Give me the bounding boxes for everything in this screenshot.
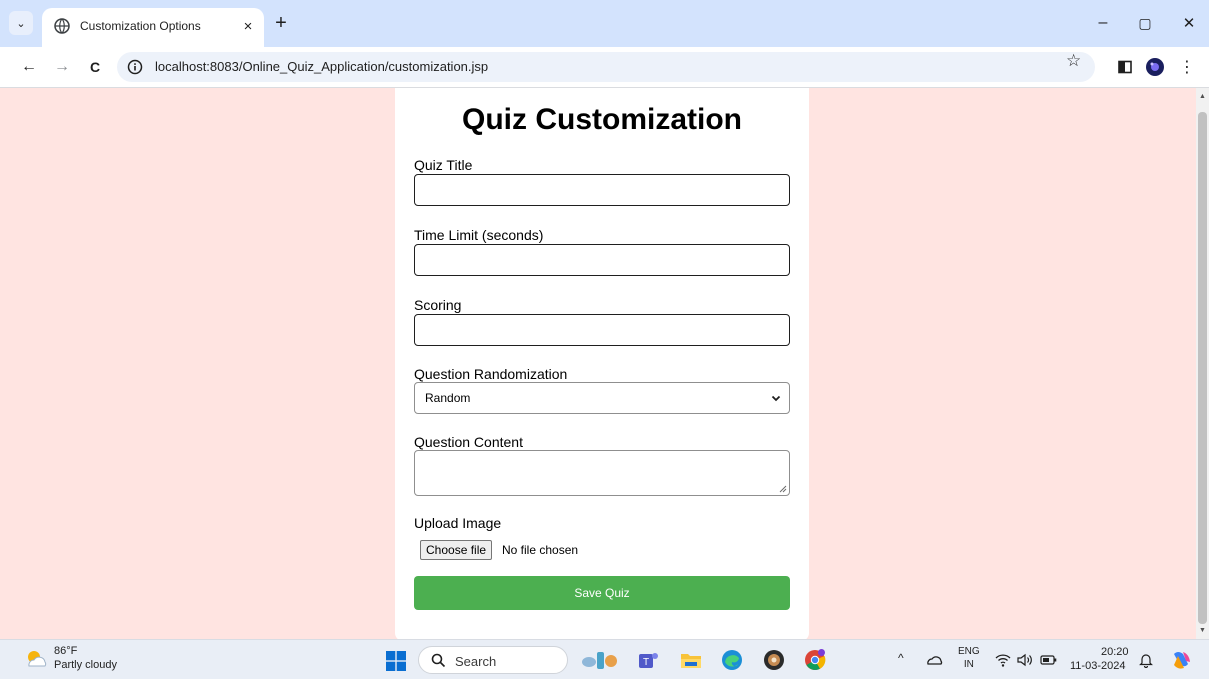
teams-icon[interactable]: T: [636, 648, 660, 672]
active-tab[interactable]: Customization Options ×: [42, 8, 264, 47]
weather-temp: 86°F: [54, 645, 78, 657]
wifi-icon[interactable]: [994, 652, 1012, 668]
tab-close-icon[interactable]: ×: [238, 16, 258, 36]
page-title: Quiz Customization: [462, 103, 742, 136]
new-tab-icon[interactable]: +: [270, 12, 292, 34]
onedrive-icon[interactable]: [926, 652, 944, 668]
randomization-select[interactable]: Random: [414, 382, 790, 414]
question-content-label: Question Content: [414, 434, 523, 450]
scroll-up-icon[interactable]: ▲: [1196, 90, 1209, 103]
time-limit-input[interactable]: [414, 244, 790, 276]
tab-search-icon[interactable]: ⌄: [9, 11, 33, 35]
save-quiz-button[interactable]: Save Quiz: [414, 576, 790, 610]
window-close-icon[interactable]: ✕: [1174, 10, 1204, 36]
scoring-label: Scoring: [414, 297, 462, 313]
search-text: Search: [455, 654, 497, 669]
windows-start-icon[interactable]: [386, 651, 406, 671]
restore-icon[interactable]: ▢: [1130, 10, 1160, 36]
weather-partly-cloudy-icon[interactable]: [24, 648, 48, 670]
back-icon[interactable]: ←: [17, 55, 41, 79]
browser-toolbar: ← → C localhost:8083/Online_Quiz_Applica…: [0, 47, 1209, 88]
quiz-title-label: Quiz Title: [414, 157, 473, 173]
randomization-label: Question Randomization: [414, 366, 568, 382]
quiz-title-input[interactable]: [414, 174, 790, 206]
tab-strip: ⌄ Customization Options × + – ▢ ✕: [0, 0, 1209, 47]
profile-avatar[interactable]: [1144, 56, 1166, 78]
address-bar[interactable]: localhost:8083/Online_Quiz_Application/c…: [117, 52, 1095, 82]
battery-icon[interactable]: [1040, 654, 1058, 666]
edge-icon[interactable]: [720, 648, 744, 672]
time-limit-label: Time Limit (seconds): [414, 227, 544, 243]
minimize-icon[interactable]: –: [1088, 10, 1118, 36]
url-text: localhost:8083/Online_Quiz_Application/c…: [155, 59, 489, 74]
weather-desc: Partly cloudy: [54, 659, 117, 671]
taskbar-search[interactable]: Search: [418, 646, 568, 674]
bookmark-star-icon[interactable]: ☆: [1066, 51, 1081, 71]
globe-icon: [54, 18, 70, 34]
scroll-down-icon[interactable]: ▼: [1196, 624, 1209, 637]
upload-image-label: Upload Image: [414, 515, 502, 531]
svg-text:T: T: [643, 657, 649, 668]
copilot-icon[interactable]: [1170, 648, 1194, 672]
side-panel-icon[interactable]: [1114, 56, 1136, 78]
lang-line1: ENG: [958, 646, 980, 657]
forward-icon[interactable]: →: [50, 55, 74, 79]
choose-file-button[interactable]: Choose file: [420, 540, 493, 560]
resize-grip-icon[interactable]: [779, 485, 787, 493]
search-icon: [431, 653, 446, 668]
windows-taskbar: 86°F Partly cloudy Search T ^ ENG IN 20:…: [0, 639, 1209, 679]
file-status-text: No file chosen: [502, 543, 579, 557]
lang-line2: IN: [963, 659, 974, 670]
clock-date[interactable]: 11-03-2024: [1070, 660, 1125, 672]
question-content-textarea[interactable]: [414, 450, 790, 496]
tab-title: Customization Options: [80, 19, 201, 33]
reload-icon[interactable]: C: [83, 55, 107, 79]
chevron-down-icon: [771, 395, 781, 402]
page-scrollbar[interactable]: ▲ ▼: [1196, 88, 1209, 639]
clock-time[interactable]: 20:20: [1101, 646, 1129, 658]
volume-icon[interactable]: [1016, 652, 1034, 668]
chrome-icon[interactable]: [803, 648, 827, 672]
menu-kebab-icon[interactable]: ⋮: [1176, 56, 1198, 78]
tray-chevron-up-icon[interactable]: ^: [898, 651, 904, 679]
scroll-thumb[interactable]: [1198, 112, 1207, 624]
app-icon[interactable]: [762, 648, 786, 672]
page-viewport: Quiz Customization Quiz Title Time Limit…: [0, 88, 1196, 639]
notification-bell-icon[interactable]: [1138, 652, 1154, 668]
site-info-icon[interactable]: [127, 59, 143, 75]
language-indicator[interactable]: ENG IN: [958, 645, 980, 671]
file-explorer-icon[interactable]: [679, 648, 703, 672]
scoring-input[interactable]: [414, 314, 790, 346]
customization-form: Quiz Customization Quiz Title Time Limit…: [395, 88, 809, 639]
widgets-icon[interactable]: [580, 648, 620, 672]
randomization-selected-value: Random: [425, 391, 471, 405]
